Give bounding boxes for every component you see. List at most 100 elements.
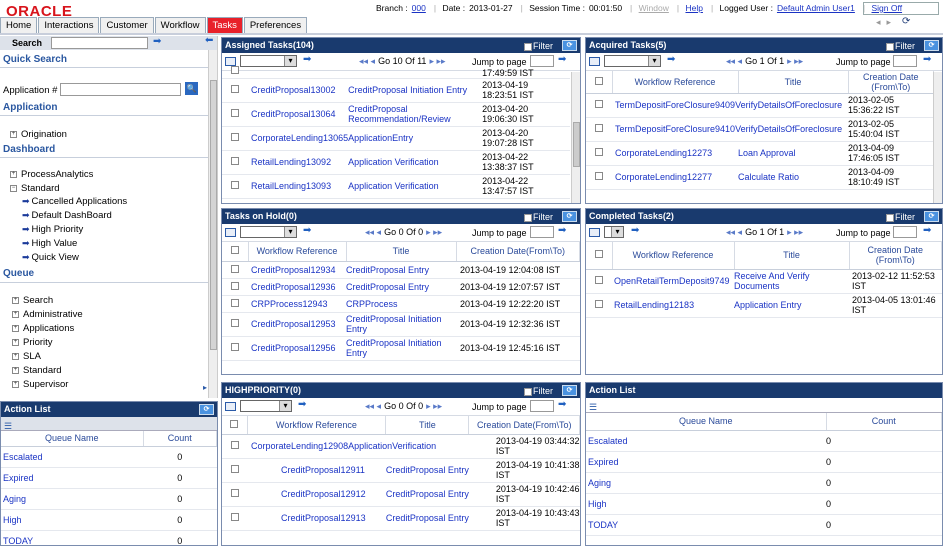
row-checkbox[interactable]	[231, 85, 239, 93]
nav-arrows-icon[interactable]: ◂▸	[876, 17, 897, 28]
queue-priority[interactable]: + Priority	[12, 337, 53, 348]
go-arrow-icon[interactable]: ➡	[303, 225, 311, 236]
dash-default-dashboard[interactable]: ➡ Default DashBoard	[22, 210, 112, 221]
jump-page-input[interactable]	[530, 400, 554, 412]
help-link[interactable]: Help	[685, 3, 702, 13]
top-search-input[interactable]	[863, 2, 939, 15]
collapse-arrow-icon[interactable]: ⬅	[205, 36, 213, 46]
row-checkbox[interactable]	[230, 465, 239, 473]
tab-interactions[interactable]: Interactions	[38, 17, 100, 34]
row-checkbox[interactable]	[595, 300, 603, 308]
view-select[interactable]	[604, 226, 624, 238]
queue-supervisor[interactable]: + Supervisor	[12, 379, 68, 390]
row-checkbox[interactable]	[230, 513, 239, 521]
refresh-icon[interactable]: ⟳	[902, 16, 910, 27]
list-view-icon[interactable]	[225, 228, 236, 237]
go-arrow-icon[interactable]: ➡	[923, 54, 931, 65]
view-select[interactable]	[604, 55, 661, 67]
tree-process-analytics[interactable]: + ProcessAnalytics	[10, 169, 93, 180]
row-checkbox[interactable]	[231, 65, 239, 74]
sidebar-scrollbar[interactable]	[208, 50, 217, 398]
row-checkbox[interactable]	[231, 281, 239, 290]
row-checkbox[interactable]	[231, 343, 239, 351]
list-view-icon[interactable]: ☰	[589, 402, 597, 413]
jump-page-input[interactable]	[893, 55, 917, 67]
filter-checkbox[interactable]: Filter	[886, 210, 915, 225]
pager[interactable]: ◂◂ ◂ Go 1 Of 1 ▸ ▸▸	[726, 56, 803, 67]
go-arrow-icon[interactable]: ➡	[298, 399, 306, 410]
window-link[interactable]: Window	[639, 3, 669, 13]
branch-link[interactable]: 000	[412, 3, 426, 13]
go-arrow-icon[interactable]: ➡	[558, 399, 566, 410]
row-checkbox[interactable]	[595, 276, 603, 284]
row-checkbox[interactable]	[231, 298, 239, 307]
row-checkbox[interactable]	[595, 100, 603, 108]
application-number-input[interactable]	[60, 83, 181, 96]
row-checkbox[interactable]	[230, 441, 239, 449]
row-checkbox[interactable]	[231, 109, 239, 117]
tab-home[interactable]: Home	[0, 17, 38, 34]
view-select[interactable]	[240, 400, 292, 412]
acquired-scrollbar[interactable]	[933, 72, 942, 203]
row-checkbox[interactable]	[595, 172, 603, 180]
row-checkbox[interactable]	[231, 264, 239, 273]
list-view-icon[interactable]	[589, 57, 600, 66]
row-checkbox[interactable]	[231, 181, 239, 189]
queue-search[interactable]: + Search	[12, 295, 53, 306]
dash-cancelled-applications[interactable]: ➡ Cancelled Applications	[22, 196, 127, 207]
refresh-icon[interactable]: ⟳	[924, 40, 939, 51]
dash-quick-view[interactable]: ➡ Quick View	[22, 252, 79, 263]
queue-administrative[interactable]: + Administrative	[12, 309, 83, 320]
select-all-checkbox[interactable]	[230, 246, 239, 255]
queue-sla[interactable]: + SLA	[12, 351, 41, 362]
user-link[interactable]: Default Admin User1	[777, 3, 855, 13]
jump-page-input[interactable]	[530, 226, 554, 238]
go-arrow-icon[interactable]: ➡	[923, 225, 931, 236]
filter-checkbox[interactable]: Filter	[886, 39, 915, 54]
assigned-scrollbar[interactable]	[571, 72, 580, 203]
queue-standard[interactable]: + Standard	[12, 365, 62, 376]
refresh-icon[interactable]: ⟳	[562, 211, 577, 222]
refresh-icon[interactable]: ⟳	[562, 40, 577, 51]
go-arrow-icon[interactable]: ➡	[558, 225, 566, 236]
dash-high-value[interactable]: ➡ High Value	[22, 238, 77, 249]
refresh-icon[interactable]: ⟳	[199, 404, 214, 415]
tab-customer[interactable]: Customer	[100, 17, 154, 34]
pager[interactable]: ◂◂ ◂ Go 0 Of 0 ▸ ▸▸	[365, 401, 442, 412]
row-checkbox[interactable]	[231, 133, 239, 141]
filter-checkbox[interactable]: Filter	[524, 384, 553, 399]
pager[interactable]: ◂◂ ◂ Go 1 Of 1 ▸ ▸▸	[726, 227, 803, 238]
select-all-checkbox[interactable]	[594, 250, 603, 259]
filter-checkbox[interactable]: Filter	[524, 210, 553, 225]
filter-checkbox[interactable]: Filter	[524, 39, 553, 54]
tree-standard[interactable]: − Standard	[10, 183, 60, 194]
go-arrow-icon[interactable]: ➡	[153, 36, 161, 47]
search-icon[interactable]: 🔍	[185, 82, 198, 95]
tree-origination[interactable]: + Origination	[10, 129, 67, 140]
go-arrow-icon[interactable]: ➡	[631, 225, 639, 236]
dash-high-priority[interactable]: ➡ High Priority	[22, 224, 83, 235]
jump-page-input[interactable]	[893, 226, 917, 238]
list-view-icon[interactable]	[589, 228, 600, 237]
row-checkbox[interactable]	[595, 124, 603, 132]
refresh-icon[interactable]: ⟳	[924, 211, 939, 222]
scroll-right-icon[interactable]: ▸	[203, 383, 207, 392]
row-checkbox[interactable]	[231, 157, 239, 165]
tab-preferences[interactable]: Preferences	[243, 17, 308, 34]
tab-workflow[interactable]: Workflow	[154, 17, 206, 34]
view-select[interactable]	[240, 226, 297, 238]
sidebar-search-input[interactable]	[51, 37, 148, 49]
tab-tasks[interactable]: Tasks	[206, 17, 243, 34]
row-checkbox[interactable]	[231, 319, 239, 327]
refresh-icon[interactable]: ⟳	[562, 385, 577, 396]
select-all-checkbox[interactable]	[230, 419, 239, 428]
go-arrow-icon[interactable]: ➡	[667, 54, 675, 65]
list-view-icon[interactable]	[225, 402, 236, 411]
queue-applications[interactable]: + Applications	[12, 323, 74, 334]
select-all-checkbox[interactable]	[594, 76, 603, 85]
pager[interactable]: ◂◂ ◂ Go 0 Of 0 ▸ ▸▸	[365, 227, 442, 238]
row-checkbox[interactable]	[595, 148, 603, 156]
row-checkbox[interactable]	[230, 489, 239, 497]
table-row: RetailLending13093 Application Verificati…	[222, 174, 570, 199]
list-view-icon[interactable]: ☰	[4, 421, 12, 432]
